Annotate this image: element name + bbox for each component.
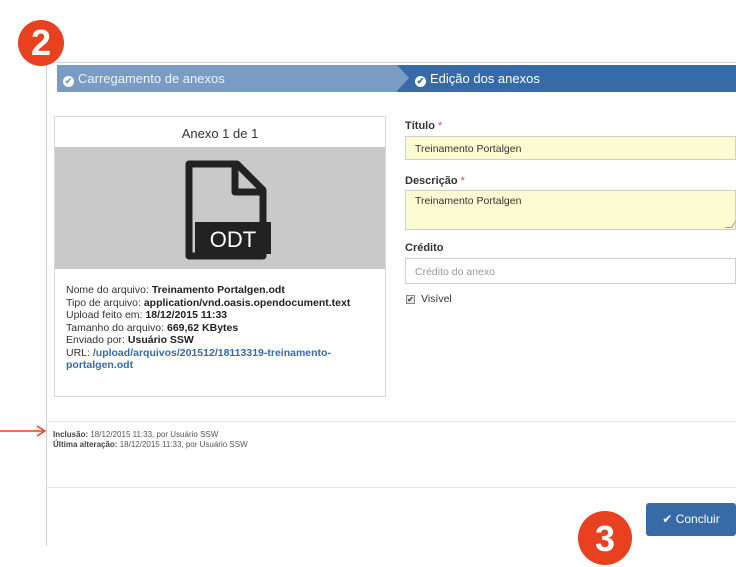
audit-info: Inclusão: 18/12/2015 11:33, por Usuário …: [53, 430, 248, 450]
file-type-row: Tipo de arquivo: application/vnd.oasis.o…: [66, 296, 351, 309]
wizard-step-edit-label: Edição dos anexos: [430, 71, 540, 86]
wizard-step-upload-label: Carregamento de anexos: [78, 71, 225, 86]
check-icon: ✔: [662, 512, 673, 526]
resize-handle-icon[interactable]: [724, 221, 736, 228]
check-circle-icon: ✔: [415, 76, 426, 87]
divider: [47, 421, 736, 422]
upload-date-row: Upload feito em: 18/12/2015 11:33: [66, 309, 228, 321]
created-row: Inclusão: 18/12/2015 11:33, por Usuário …: [53, 430, 219, 439]
attachment-counter: Anexo 1 de 1: [181, 126, 259, 141]
file-size-row: Tamanho do arquivo: 669,62 KBytes: [66, 321, 239, 334]
odt-file-icon: ODT: [185, 160, 271, 260]
visible-checkbox-row[interactable]: ✔ Visível: [406, 293, 452, 305]
file-url-link[interactable]: /upload/arquivos/201512/18113319-treinam…: [66, 347, 331, 372]
visible-label: Visível: [421, 293, 452, 305]
attachment-preview: ODT: [55, 147, 385, 269]
step-two-badge: 2: [18, 20, 64, 66]
panel-top-border: [46, 62, 736, 63]
url-row: URL: /upload/arquivos/201512/18113319-tr…: [66, 346, 331, 372]
credit-label: Crédito: [405, 242, 444, 254]
conclude-button[interactable]: ✔ Concluir: [646, 503, 736, 536]
file-name-row: Nome do arquivo: Treinamento Portalgen.o…: [66, 284, 285, 296]
check-circle-icon: ✔: [63, 76, 74, 87]
title-label: Título *: [405, 120, 443, 132]
attachment-card: Anexo 1 de 1 ODT Nome do arquivo: Treina…: [54, 116, 386, 397]
wizard-step-upload[interactable]: ✔ Carregamento de anexos: [57, 65, 397, 92]
title-input[interactable]: Treinamento Portalgen: [405, 136, 736, 160]
file-metadata: Nome do arquivo: Treinamento Portalgen.o…: [66, 284, 378, 372]
wizard-step-arrow: [397, 65, 409, 91]
wizard-steps: ✔ Carregamento de anexos ✔ Edição dos anex…: [57, 65, 736, 92]
description-label: Descrição *: [405, 175, 465, 187]
divider: [47, 487, 736, 488]
description-textarea[interactable]: Treinamento Portalgen: [405, 190, 736, 230]
step-three-badge: 3: [578, 511, 632, 565]
annotation-arrow-icon: [0, 425, 47, 437]
panel-left-border: [46, 62, 47, 546]
visible-checkbox[interactable]: ✔: [406, 295, 415, 304]
sent-by-row: Enviado por: Usuário SSW: [66, 334, 194, 346]
modified-row: Última alteração: 18/12/2015 11:33, por …: [53, 440, 248, 449]
file-type-badge: ODT: [210, 227, 256, 252]
credit-input[interactable]: Crédito do anexo: [405, 258, 736, 284]
wizard-step-edit[interactable]: ✔ Edição dos anexos: [397, 65, 736, 92]
